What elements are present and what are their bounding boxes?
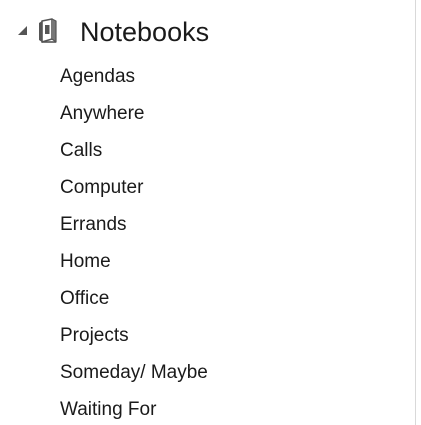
notebook-item-home[interactable]: Home [0, 243, 415, 280]
notebook-item-waiting-for[interactable]: Waiting For [0, 391, 415, 425]
notebook-item-calls[interactable]: Calls [0, 132, 415, 169]
notebook-item-label: Someday/ Maybe [60, 362, 208, 383]
notebooks-tree-panel: Notebooks Agendas Anywhere Calls Compute… [0, 0, 416, 425]
notebook-item-label: Waiting For [60, 399, 157, 420]
notebook-item-office[interactable]: Office [0, 280, 415, 317]
notebook-icon [39, 18, 57, 43]
notebook-item-label: Agendas [60, 66, 136, 87]
notebook-item-anywhere[interactable]: Anywhere [0, 95, 415, 132]
notebook-item-label: Anywhere [60, 103, 145, 124]
notebook-item-label: Errands [60, 214, 127, 235]
notebooks-tree-header[interactable]: Notebooks [0, 14, 415, 50]
notebook-item-label: Computer [60, 177, 144, 198]
notebook-item-label: Calls [60, 140, 103, 161]
notebook-item-agendas[interactable]: Agendas [0, 58, 415, 95]
notebooks-header-label: Notebooks [80, 17, 210, 47]
notebook-item-label: Projects [60, 325, 129, 346]
collapse-triangle-icon[interactable] [18, 26, 27, 35]
notebook-item-errands[interactable]: Errands [0, 206, 415, 243]
notebook-item-computer[interactable]: Computer [0, 169, 415, 206]
notebook-item-projects[interactable]: Projects [0, 317, 415, 354]
notebook-item-label: Home [60, 251, 111, 272]
notebook-item-label: Office [60, 288, 110, 309]
notebook-item-someday-maybe[interactable]: Someday/ Maybe [0, 354, 415, 391]
notebooks-list: Agendas Anywhere Calls Computer Errands … [0, 58, 415, 425]
